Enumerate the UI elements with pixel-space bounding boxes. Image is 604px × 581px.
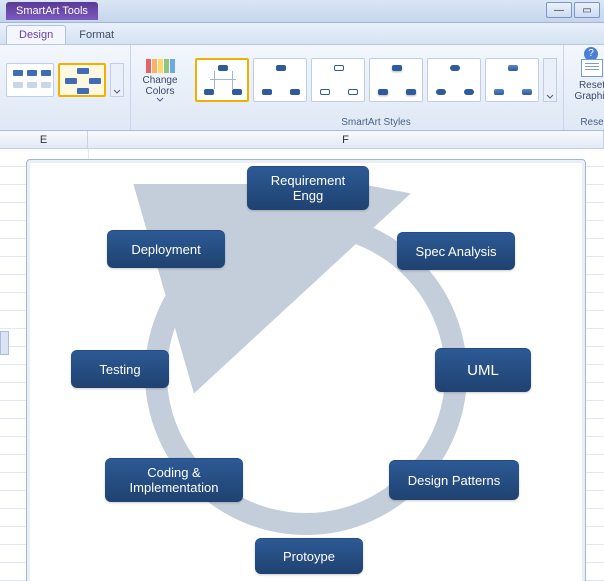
layout-option-2[interactable] — [58, 63, 106, 97]
tab-design[interactable]: Design — [6, 25, 66, 44]
cycle-node-3[interactable]: Design Patterns — [389, 460, 519, 500]
style-option-4[interactable] — [369, 58, 423, 102]
cycle-node-4[interactable]: Protoype — [255, 538, 363, 574]
node-label: Requirement Engg — [255, 173, 361, 203]
node-label: Deployment — [131, 242, 200, 257]
cycle-node-0[interactable]: Requirement Engg — [247, 166, 369, 210]
cycle-node-6[interactable]: Testing — [71, 350, 169, 388]
minimize-button[interactable]: — — [546, 2, 572, 18]
style-option-2[interactable] — [253, 58, 307, 102]
layout-option-1[interactable] — [6, 63, 54, 97]
split-handle[interactable] — [0, 331, 9, 355]
chevron-down-icon — [156, 97, 164, 102]
group-label-layouts — [6, 117, 124, 128]
style-option-6[interactable] — [485, 58, 539, 102]
cycle-diagram: Requirement Engg Spec Analysis UML Desig… — [27, 160, 585, 581]
column-headers: E F — [0, 131, 604, 149]
style-gallery-more[interactable] — [543, 58, 557, 102]
context-tab-title: SmartArt Tools — [6, 2, 98, 20]
cycle-node-2[interactable]: UML — [435, 348, 531, 392]
cycle-node-5[interactable]: Coding & Implementation — [105, 458, 243, 502]
ribbon-group-styles: SmartArt Styles — [189, 45, 564, 130]
reset-icon — [581, 59, 603, 77]
node-label: Coding & Implementation — [113, 465, 235, 495]
ribbon-group-colors: Change Colors — [131, 45, 189, 130]
style-option-1[interactable] — [195, 58, 249, 102]
chevron-down-icon — [546, 93, 554, 101]
col-header-E[interactable]: E — [0, 131, 88, 148]
worksheet-area[interactable]: E F Requirement Engg Spec Analysis UML D… — [0, 131, 604, 581]
ribbon-tabs: Design Format — [0, 23, 604, 45]
ribbon: ? — [0, 45, 604, 131]
maximize-button[interactable]: ▭ — [574, 2, 600, 18]
titlebar: SmartArt Tools — ▭ — [0, 0, 604, 23]
reset-label: Reset Graphic — [571, 80, 604, 102]
layout-gallery-more[interactable] — [110, 63, 124, 97]
style-option-3[interactable] — [311, 58, 365, 102]
node-label: Testing — [99, 362, 140, 377]
node-label: UML — [467, 363, 499, 378]
node-label: Protoype — [283, 549, 335, 564]
node-label: Design Patterns — [408, 473, 501, 488]
ribbon-group-layouts — [0, 45, 131, 130]
window-controls: — ▭ — [546, 2, 600, 18]
cycle-node-7[interactable]: Deployment — [107, 230, 225, 268]
tab-format[interactable]: Format — [66, 25, 127, 44]
style-option-5[interactable] — [427, 58, 481, 102]
color-swatch-icon — [146, 59, 175, 73]
change-colors-label: Change Colors — [138, 75, 182, 97]
ribbon-group-reset: Reset Graphic Rese — [564, 45, 604, 130]
chevron-down-icon — [113, 88, 121, 96]
group-label-styles: SmartArt Styles — [195, 117, 557, 128]
col-header-F[interactable]: F — [88, 131, 604, 148]
change-colors-button[interactable]: Change Colors — [137, 49, 183, 111]
group-label-reset: Rese — [570, 117, 604, 128]
smartart-object[interactable]: Requirement Engg Spec Analysis UML Desig… — [26, 159, 586, 581]
cycle-node-1[interactable]: Spec Analysis — [397, 232, 515, 270]
reset-graphic-button[interactable]: Reset Graphic — [570, 49, 604, 111]
node-label: Spec Analysis — [416, 244, 497, 259]
